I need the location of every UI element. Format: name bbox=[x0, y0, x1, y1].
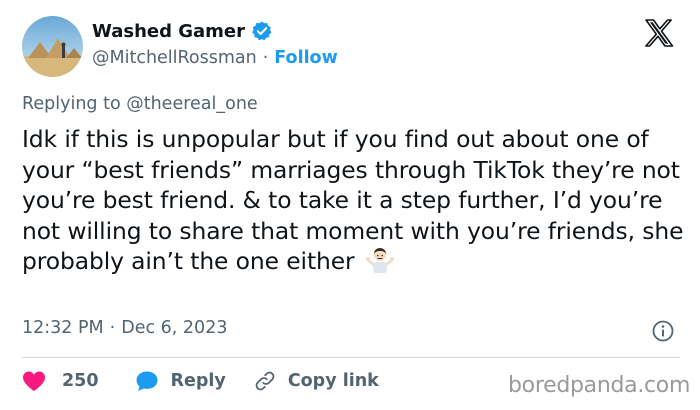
timestamp-date: Dec 6, 2023 bbox=[121, 318, 228, 338]
tweet-text: Idk if this is unpopular but if you find… bbox=[22, 124, 687, 277]
info-icon[interactable] bbox=[651, 319, 675, 343]
copy-link-button[interactable]: Copy link bbox=[254, 370, 379, 392]
author-handle[interactable]: @MitchellRossman bbox=[92, 48, 257, 68]
heart-icon bbox=[23, 371, 45, 391]
man-shrugging-emoji bbox=[365, 247, 394, 273]
speech-bubble-icon bbox=[136, 371, 158, 391]
like-count: 250 bbox=[62, 371, 99, 391]
verified-badge-icon bbox=[251, 20, 273, 42]
author-handle-row: @MitchellRossman · Follow bbox=[92, 48, 338, 68]
timestamp-separator: · bbox=[109, 318, 116, 338]
reply-context: Replying to @theereal_one bbox=[22, 94, 258, 114]
follow-button[interactable]: Follow bbox=[274, 48, 337, 68]
reply-button[interactable]: Reply bbox=[135, 370, 226, 392]
avatar[interactable] bbox=[22, 16, 83, 77]
handle-separator: · bbox=[262, 48, 269, 68]
display-name[interactable]: Washed Gamer bbox=[92, 21, 245, 42]
like-button[interactable]: 250 bbox=[22, 370, 99, 392]
watermark: boredpanda.com bbox=[508, 373, 691, 398]
action-bar: 250 Reply Copy link bbox=[22, 370, 379, 392]
copy-link-label: Copy link bbox=[287, 371, 379, 391]
reply-prefix: Replying to bbox=[22, 94, 127, 114]
divider bbox=[22, 357, 680, 358]
reply-mention[interactable]: @theereal_one bbox=[126, 94, 257, 114]
x-logo-icon[interactable] bbox=[644, 18, 674, 48]
reply-label: Reply bbox=[170, 371, 226, 391]
timestamp-time: 12:32 PM bbox=[22, 318, 104, 338]
timestamp[interactable]: 12:32 PM · Dec 6, 2023 bbox=[22, 318, 227, 338]
link-icon bbox=[255, 371, 275, 391]
tweet-body: Idk if this is unpopular but if you find… bbox=[22, 125, 684, 275]
author-name-row: Washed Gamer bbox=[92, 20, 273, 42]
